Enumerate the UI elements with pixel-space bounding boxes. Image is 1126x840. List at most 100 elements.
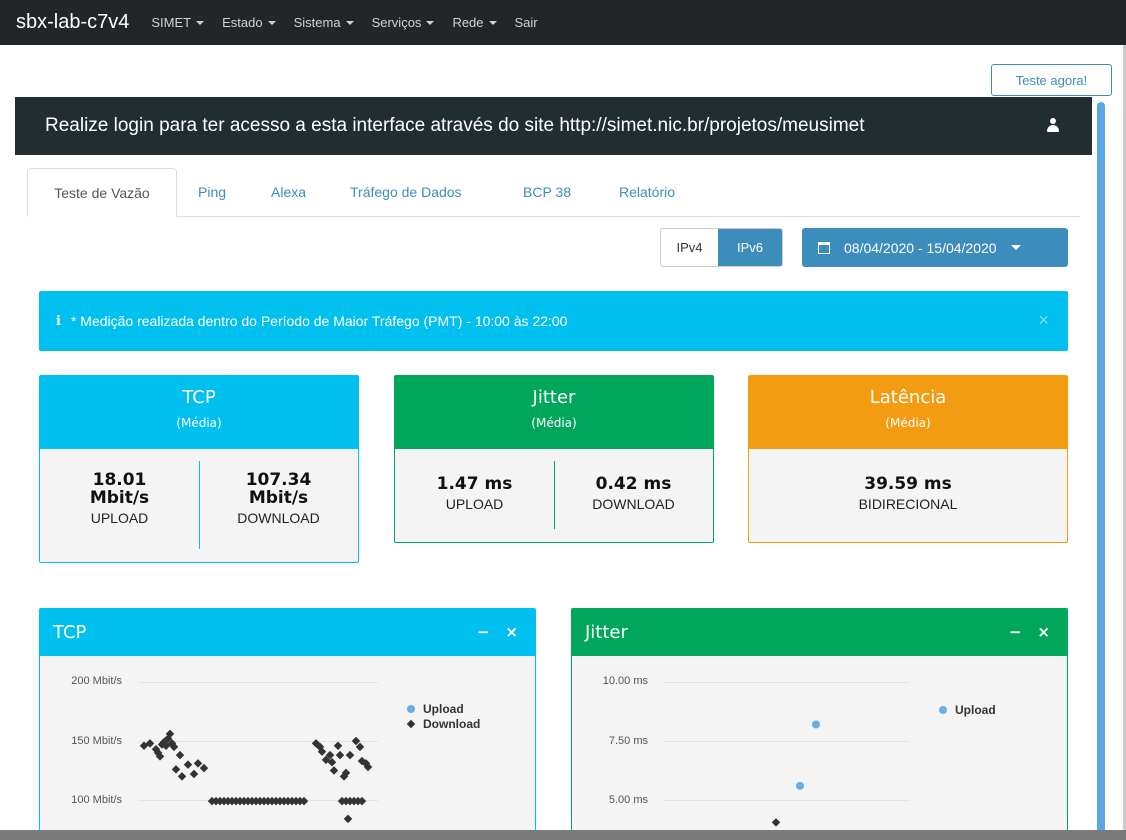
jitter-legend: Upload <box>939 702 996 717</box>
latency-value: 39.59 ms <box>864 474 952 494</box>
scrollbar[interactable] <box>1097 102 1105 840</box>
chevron-down-icon <box>426 20 435 25</box>
jitter-download-label: DOWNLOAD <box>592 496 675 512</box>
nav-rede[interactable]: Rede <box>452 15 497 30</box>
download-point <box>177 772 187 781</box>
jitter-stat-header: Jitter (Média) <box>395 376 713 449</box>
upload-legend-marker <box>407 704 415 713</box>
login-banner-text: Realize login para ter acesso a esta int… <box>45 115 865 136</box>
jitter-stat-subtitle: (Média) <box>531 416 577 430</box>
chevron-down-icon <box>196 20 205 25</box>
upload-legend-marker <box>939 705 947 714</box>
tab-teste-de-vazao[interactable]: Teste de Vazão <box>27 168 177 217</box>
download-point <box>189 769 199 779</box>
ipv6-button[interactable]: IPv6 <box>718 229 782 266</box>
date-range-text: 08/04/2020 - 15/04/2020 <box>844 239 997 256</box>
upload-point <box>812 720 820 729</box>
tcp-stat-subtitle: (Média) <box>176 416 222 430</box>
tab-ping[interactable]: Ping <box>198 168 226 216</box>
nav-rede-label: Rede <box>452 15 484 30</box>
download-point <box>345 750 355 760</box>
jitter-stat-title: Jitter <box>532 387 576 408</box>
legend-label[interactable]: Download <box>423 717 480 731</box>
download-point <box>335 750 345 760</box>
tcp-stat-header: TCP (Média) <box>40 376 358 449</box>
tcp-upload: 18.01 Mbit/s UPLOAD <box>40 471 199 526</box>
ip-version-toggle: IPv4 IPv6 <box>660 228 783 267</box>
jitter-upload-value: 1.47 ms <box>436 474 513 494</box>
nav-servicos[interactable]: Serviços <box>372 15 435 30</box>
chevron-down-icon <box>267 20 276 25</box>
jitter-download: 0.42 ms DOWNLOAD <box>554 475 713 512</box>
tcp-upload-unit: Mbit/s <box>89 488 150 508</box>
tcp-download: 107.34 Mbit/s DOWNLOAD <box>199 471 358 526</box>
tcp-stat-title: TCP <box>182 387 216 408</box>
info-icon: i <box>56 313 61 329</box>
tcp-download-label: DOWNLOAD <box>237 510 320 526</box>
tcp-legend: Upload Download <box>406 701 480 731</box>
divider <box>199 461 200 549</box>
latency-stat-box: Latência (Média) 39.59 ms BIDIRECIONAL <box>748 375 1068 543</box>
nav-sistema[interactable]: Sistema <box>294 15 354 30</box>
latency-stat-title: Latência <box>869 387 947 408</box>
close-icon[interactable]: × <box>1038 310 1049 331</box>
download-point <box>343 814 353 824</box>
tcp-download-unit: Mbit/s <box>248 488 309 508</box>
chevron-down-icon <box>488 20 497 25</box>
jitter-scatter-plot <box>771 720 820 827</box>
ipv4-button[interactable]: IPv4 <box>661 229 718 266</box>
brand-title[interactable]: sbx-lab-c7v4 <box>16 11 129 34</box>
download-point <box>771 818 781 827</box>
jitter-chart-panel: Jitter − × 10.00 ms 7.50 ms 5.00 ms Uploa… <box>571 608 1068 840</box>
download-point <box>199 763 209 773</box>
download-point <box>329 766 339 775</box>
divider <box>554 461 555 529</box>
upload-point <box>796 781 804 790</box>
calendar-icon <box>818 241 830 254</box>
jitter-download-value: 0.42 ms <box>595 474 672 494</box>
tab-bar: Teste de Vazão Ping Alexa Tráfego de Dad… <box>27 168 1080 217</box>
nav-sair[interactable]: Sair <box>515 15 538 30</box>
nav-simet-label: SIMET <box>151 15 192 30</box>
download-point <box>193 759 203 768</box>
login-banner: Realize login para ter acesso a esta int… <box>15 97 1092 155</box>
jitter-upload: 1.47 ms UPLOAD <box>395 475 554 512</box>
date-range-picker[interactable]: 08/04/2020 - 15/04/2020 <box>802 228 1068 267</box>
alert-text: * Medição realizada dentro do Período de… <box>70 313 568 329</box>
chevron-down-icon <box>345 20 354 25</box>
tcp-download-value: 107.34 <box>245 470 312 490</box>
download-point <box>171 765 181 774</box>
nav-servicos-label: Serviços <box>371 15 422 30</box>
legend-label[interactable]: Upload <box>423 702 464 716</box>
tcp-stat-box: TCP (Média) 18.01 Mbit/s UPLOAD 107.34 M… <box>39 375 359 563</box>
chevron-down-icon <box>1010 245 1021 250</box>
user-icon[interactable] <box>1047 118 1059 132</box>
jitter-upload-label: UPLOAD <box>445 496 504 512</box>
legend-label[interactable]: Upload <box>955 703 996 717</box>
bottom-overlay-bar <box>0 830 1126 840</box>
nav-estado[interactable]: Estado <box>222 15 276 30</box>
top-navbar: sbx-lab-c7v4 SIMET Estado Sistema Serviç… <box>0 0 1126 45</box>
tab-bcp-38[interactable]: BCP 38 <box>523 168 571 216</box>
latency-stat-header: Latência (Média) <box>749 376 1067 449</box>
jitter-stat-box: Jitter (Média) 1.47 ms UPLOAD 0.42 ms DO… <box>394 375 714 543</box>
latency-stat-subtitle: (Média) <box>885 416 931 430</box>
download-legend-marker <box>406 719 416 728</box>
nav-sair-label: Sair <box>514 15 538 30</box>
download-point <box>183 760 193 769</box>
nav-estado-label: Estado <box>222 15 263 30</box>
download-point <box>175 750 185 760</box>
latency-label: BIDIRECIONAL <box>858 496 958 512</box>
tcp-upload-label: UPLOAD <box>90 510 149 526</box>
latency-value-block: 39.59 ms BIDIRECIONAL <box>749 475 1067 512</box>
test-now-button[interactable]: Teste agora! <box>991 64 1112 96</box>
tcp-chart-panel: TCP − × 200 Mbit/s 150 Mbit/s 100 Mbit/s … <box>39 608 536 840</box>
download-point <box>333 741 343 750</box>
tcp-upload-value: 18.01 <box>92 470 147 490</box>
info-alert: i * Medição realizada dentro do Período … <box>39 291 1068 351</box>
nav-sistema-label: Sistema <box>293 15 341 30</box>
tab-trafego-de-dados[interactable]: Tráfego de Dados <box>350 168 462 216</box>
tab-relatorio[interactable]: Relatório <box>619 168 675 216</box>
tab-alexa[interactable]: Alexa <box>271 168 306 216</box>
nav-simet[interactable]: SIMET <box>151 15 205 30</box>
